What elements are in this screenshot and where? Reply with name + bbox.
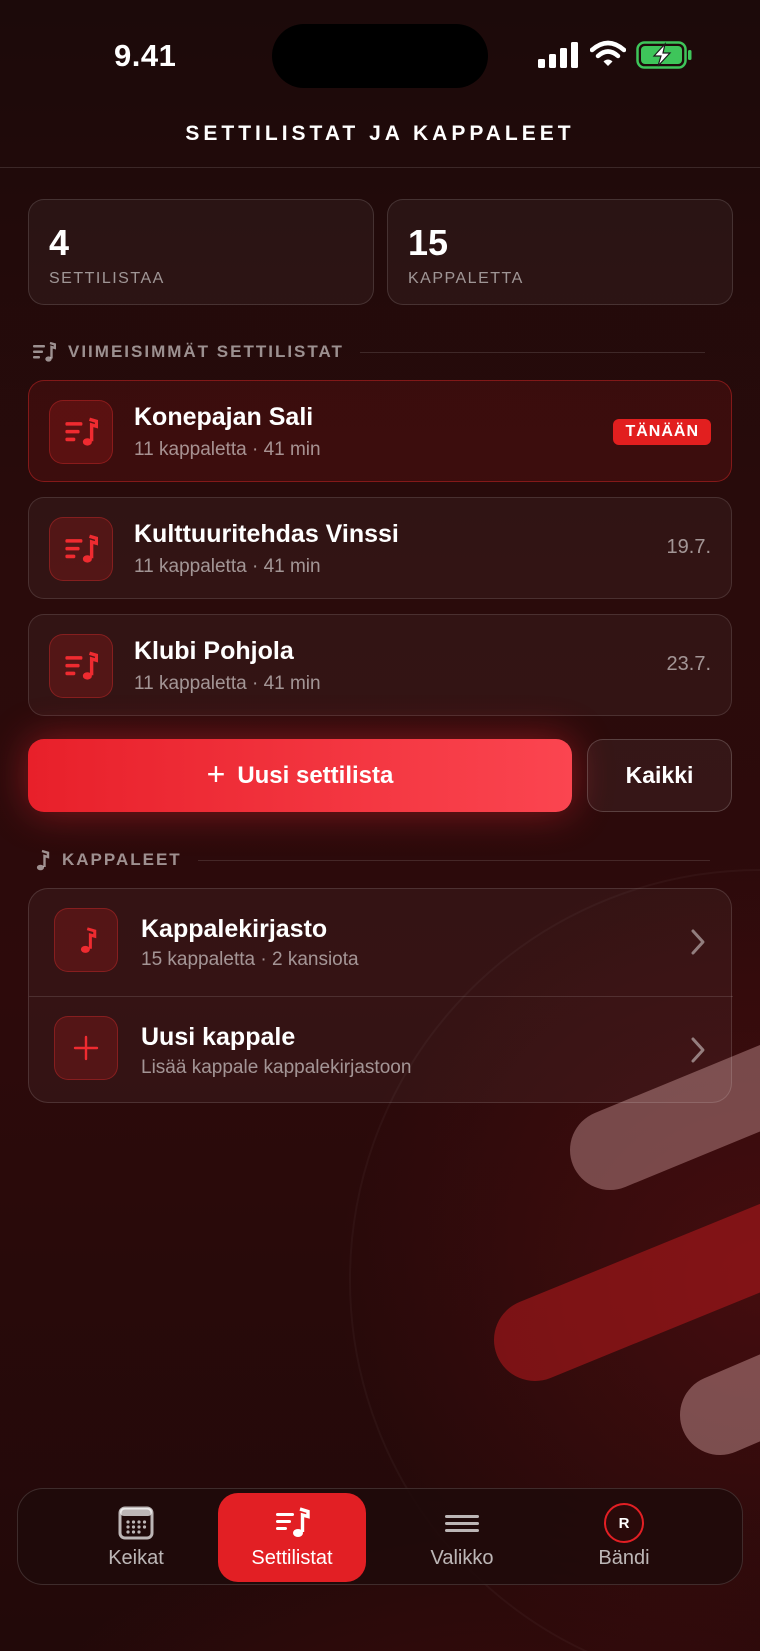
- today-badge: TÄNÄÄN: [613, 419, 711, 445]
- battery-charging-icon: [636, 41, 692, 69]
- tab-label: Bändi: [598, 1547, 650, 1569]
- dynamic-island: [272, 24, 488, 88]
- cellular-signal-icon: [538, 42, 578, 68]
- tab-label: Valikko: [430, 1547, 494, 1569]
- song-library-title: Kappalekirjasto: [141, 915, 328, 943]
- setlist-item[interactable]: Kulttuuritehdas Vinssi 11 kappaletta · 4…: [28, 497, 732, 599]
- songs-group: Kappalekirjasto 15 kappaletta · 2 kansio…: [28, 888, 733, 1104]
- new-song-icon-box: [54, 1016, 118, 1080]
- stat-value: 15: [408, 222, 449, 263]
- song-library-subtitle: 15 kappaletta · 2 kansiota: [141, 949, 359, 970]
- setlist-date: 19.7.: [666, 536, 711, 558]
- setlist-date: 23.7.: [666, 653, 711, 675]
- music-note-icon: [80, 927, 97, 953]
- menu-icon: [445, 1515, 479, 1532]
- band-avatar: R: [604, 1503, 644, 1543]
- song-library-row[interactable]: Kappalekirjasto 15 kappaletta · 2 kansio…: [29, 889, 733, 996]
- plus-icon: +: [206, 755, 226, 792]
- wifi-icon: [590, 40, 626, 66]
- plus-icon: [73, 1035, 99, 1061]
- tab-bar: Keikat Settilistat Valikko R Bändi: [17, 1488, 743, 1585]
- new-song-title: Uusi kappale: [141, 1023, 296, 1051]
- new-setlist-label: Uusi settilista: [237, 761, 394, 789]
- stat-label: SETTILISTAA: [49, 270, 165, 287]
- section-header-recent: VIIMEISIMMÄT SETTILISTAT: [32, 340, 705, 364]
- music-note-icon: [36, 849, 50, 871]
- tab-label: Settilistat: [251, 1547, 333, 1569]
- setlist-icon: [33, 341, 56, 362]
- stat-value: 4: [49, 222, 70, 263]
- stat-card-setlists: 4 SETTILISTAA: [28, 199, 374, 305]
- chevron-right-icon: [691, 929, 705, 955]
- calendar-icon: [118, 1506, 154, 1540]
- setlist-icon: [65, 417, 98, 446]
- setlist-title: Kulttuuritehdas Vinssi: [134, 520, 399, 548]
- setlist-item-icon: [49, 400, 113, 464]
- section-title: VIIMEISIMMÄT SETTILISTAT: [68, 342, 344, 361]
- setlist-item[interactable]: Konepajan Sali 11 kappaletta · 41 min TÄ…: [28, 380, 732, 482]
- setlist-icon: [276, 1507, 310, 1537]
- setlist-icon: [65, 651, 98, 680]
- section-divider: [197, 859, 710, 861]
- setlist-item[interactable]: Klubi Pohjola 11 kappaletta · 41 min 23.…: [28, 614, 732, 716]
- new-song-subtitle: Lisää kappale kappalekirjastoon: [141, 1057, 412, 1078]
- tab-label: Keikat: [108, 1547, 164, 1569]
- section-header-songs: KAPPALEET: [32, 848, 710, 872]
- setlist-icon: [65, 534, 98, 563]
- all-setlists-button[interactable]: Kaikki: [587, 739, 732, 812]
- tab-valikko[interactable]: Valikko: [388, 1493, 536, 1582]
- section-title: KAPPALEET: [62, 850, 182, 869]
- header-divider: [0, 167, 760, 168]
- tab-keikat[interactable]: Keikat: [62, 1493, 210, 1582]
- setlist-title: Klubi Pohjola: [134, 637, 294, 665]
- stat-label: KAPPALETTA: [408, 270, 524, 287]
- tab-settilistat[interactable]: Settilistat: [218, 1493, 366, 1582]
- song-library-icon-box: [54, 908, 118, 972]
- setlist-subtitle: 11 kappaletta · 41 min: [134, 556, 321, 577]
- new-setlist-button[interactable]: + Uusi settilista: [28, 739, 572, 812]
- status-time: 9.41: [114, 38, 177, 73]
- new-song-row[interactable]: Uusi kappale Lisää kappale kappalekirjas…: [29, 997, 733, 1104]
- page-title: SETTILISTAT JA KAPPALEET: [185, 122, 575, 145]
- setlist-subtitle: 11 kappaletta · 41 min: [134, 439, 321, 460]
- setlist-title: Konepajan Sali: [134, 403, 314, 431]
- stat-card-songs: 15 KAPPALETTA: [387, 199, 733, 305]
- setlist-item-icon: [49, 517, 113, 581]
- tab-bandi[interactable]: R Bändi: [550, 1493, 698, 1582]
- setlist-subtitle: 11 kappaletta · 41 min: [134, 673, 321, 694]
- chevron-right-icon: [691, 1037, 705, 1063]
- status-bar: 9.41: [0, 0, 760, 110]
- section-divider: [359, 351, 705, 353]
- setlist-item-icon: [49, 634, 113, 698]
